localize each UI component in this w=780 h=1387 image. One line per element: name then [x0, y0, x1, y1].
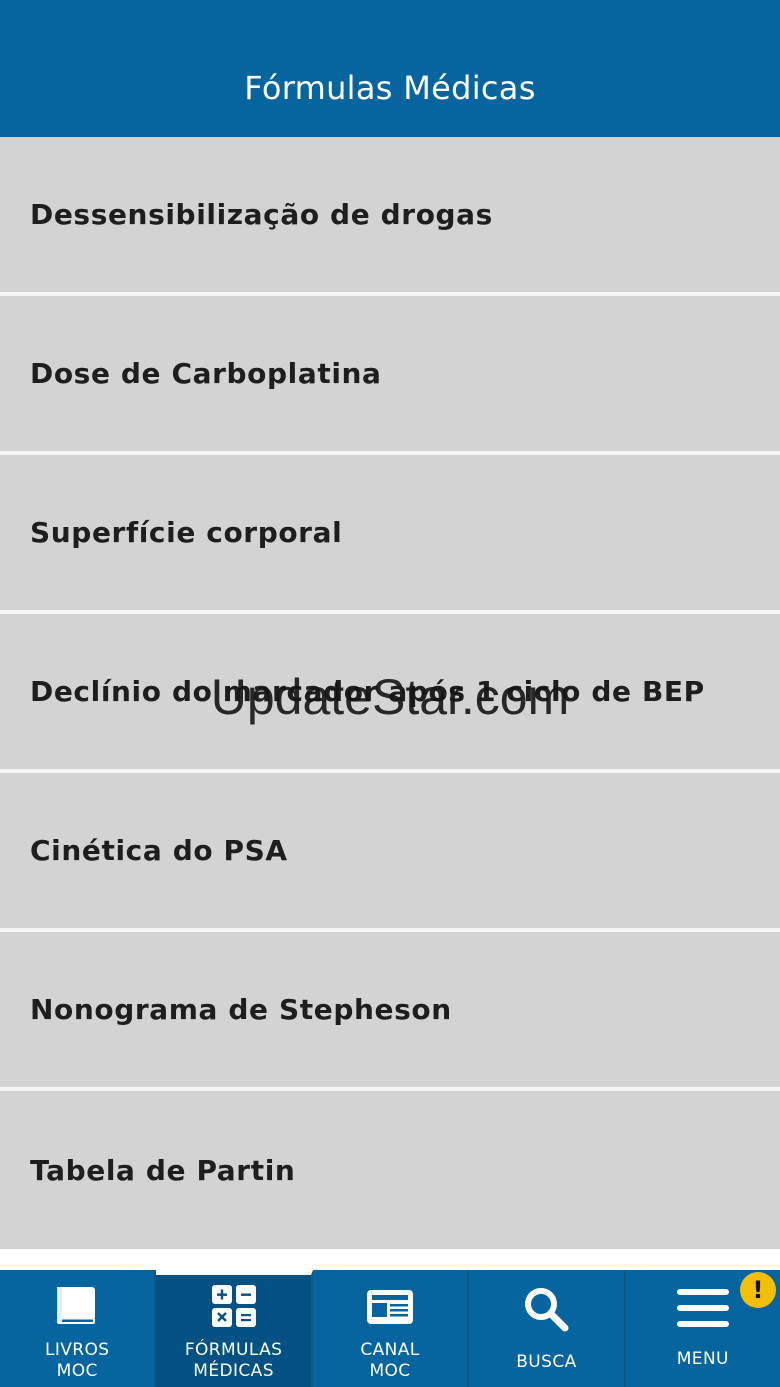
tab-canal-moc[interactable]: CANAL MOC: [313, 1270, 470, 1387]
list-item-psa-kinetics[interactable]: Cinética do PSA: [0, 773, 780, 932]
tab-label: FÓRMULAS MÉDICAS: [184, 1340, 283, 1381]
app-screen: Fórmulas Médicas Dessensibilização de dr…: [0, 0, 780, 1387]
formula-list: Dessensibilização de drogas Dose de Carb…: [0, 137, 780, 1270]
tab-label: LIVROS MOC: [44, 1340, 110, 1381]
tab-formulas-medicas[interactable]: FÓRMULAS MÉDICAS: [156, 1270, 313, 1387]
tab-livros-moc[interactable]: LIVROS MOC: [0, 1270, 157, 1387]
list-item-body-surface[interactable]: Superfície corporal: [0, 455, 780, 614]
newspaper-icon: [365, 1288, 415, 1332]
hamburger-menu-icon: [675, 1286, 731, 1334]
list-item-label: Dessensibilização de drogas: [30, 198, 493, 231]
list-item-stepheson-nomogram[interactable]: Nonograma de Stepheson: [0, 932, 780, 1091]
page-title: Fórmulas Médicas: [244, 69, 536, 107]
list-item-label: Tabela de Partin: [30, 1153, 296, 1187]
list-item-marker-decline[interactable]: Declínio do marcador após 1 ciclo de BEP: [0, 614, 780, 773]
list-item-label: Cinética do PSA: [30, 834, 288, 867]
notification-badge: !: [740, 1272, 777, 1308]
app-header: Fórmulas Médicas: [0, 0, 780, 137]
search-icon: [522, 1286, 570, 1336]
list-item-carboplatin-dose[interactable]: Dose de Carboplatina: [0, 296, 780, 455]
list-item-label: Dose de Carboplatina: [30, 357, 382, 390]
list-item-label: Nonograma de Stepheson: [30, 993, 452, 1026]
list-item-label: Superfície corporal: [30, 516, 343, 549]
list-item-partin-table[interactable]: Tabela de Partin: [0, 1091, 780, 1249]
tab-label: MENU: [676, 1349, 729, 1369]
tab-busca[interactable]: BUSCA: [469, 1270, 626, 1387]
calculator-icon: [210, 1284, 258, 1332]
list-item-label: Declínio do marcador após 1 ciclo de BEP: [30, 675, 705, 708]
tab-menu[interactable]: ! MENU: [626, 1270, 780, 1387]
bottom-tab-bar: LIVROS MOC FÓRMULAS MÉDICAS CANAL MOC BU…: [0, 1270, 780, 1387]
book-icon: [53, 1284, 101, 1332]
list-item-drug-desensitization[interactable]: Dessensibilização de drogas: [0, 137, 780, 296]
tab-label: BUSCA: [516, 1352, 577, 1372]
tab-label: CANAL MOC: [360, 1340, 420, 1381]
